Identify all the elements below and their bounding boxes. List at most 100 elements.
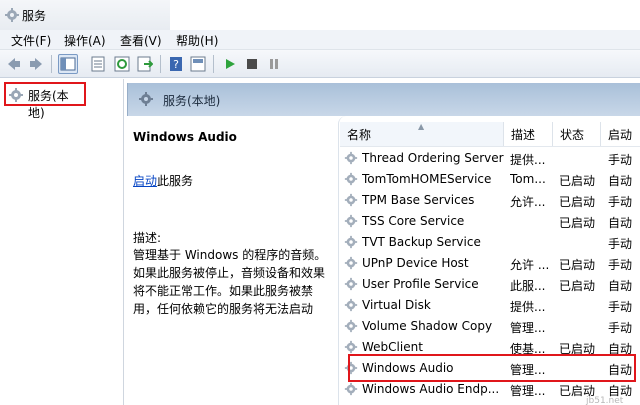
service-gear-icon: [344, 298, 358, 315]
column-status-label: 状态: [560, 128, 585, 142]
service-gear-icon: [344, 172, 358, 189]
start-icon[interactable]: [220, 54, 240, 74]
header-divider: [340, 146, 640, 147]
service-gear-icon: [344, 214, 358, 231]
export-icon[interactable]: [135, 54, 155, 74]
service-name: Volume Shadow Copy: [362, 319, 493, 333]
service-startup-type: 手动: [608, 237, 633, 251]
services-gear-icon: [5, 8, 19, 22]
window-title: 服务: [22, 9, 47, 23]
service-gear-icon: [344, 151, 358, 168]
sort-ascending-icon: ▲: [418, 122, 425, 131]
service-description: 提供...: [510, 300, 546, 314]
menu-bar: 文件(F) 操作(A) 查看(V) 帮助(H): [0, 30, 640, 50]
toolbar-separator: [51, 55, 52, 73]
pause-icon[interactable]: [264, 54, 284, 74]
back-icon[interactable]: [4, 54, 24, 74]
tree-item-services-local[interactable]: 服务(本地): [4, 82, 86, 120]
service-status: 已启动: [559, 279, 596, 293]
service-gear-icon: [344, 193, 358, 210]
service-description: 允许...: [510, 195, 546, 209]
title-bar: 服务: [0, 0, 640, 30]
menu-action[interactable]: 操作(A): [64, 32, 106, 49]
column-header-startup[interactable]: 启动: [601, 122, 640, 146]
service-row[interactable]: Volume Shadow Copy 管理... 手动: [340, 316, 640, 337]
service-gear-icon: [344, 382, 358, 399]
service-status: 已启动: [559, 174, 596, 188]
console-tree: 服务(本地): [0, 79, 124, 405]
toolbar-separator: [213, 55, 214, 73]
svg-text:?: ?: [173, 58, 179, 71]
service-startup-type: 手动: [608, 153, 633, 167]
service-startup-type: 手动: [608, 300, 633, 314]
service-name: Thread Ordering Server: [362, 151, 504, 165]
service-name: User Profile Service: [362, 277, 479, 291]
properties-icon[interactable]: [88, 54, 108, 74]
service-name: TPM Base Services: [362, 193, 475, 207]
service-row[interactable]: TSS Core Service 已启动 自动: [340, 211, 640, 232]
column-name-label: 名称: [347, 128, 372, 142]
service-description: 此服...: [510, 279, 546, 293]
console-icon[interactable]: [188, 54, 208, 74]
service-name: Virtual Disk: [362, 298, 431, 312]
toolbar: ?: [0, 50, 640, 78]
service-row[interactable]: Virtual Disk 提供... 手动: [340, 295, 640, 316]
services-gear-icon: [139, 92, 153, 106]
service-status: 已启动: [559, 258, 596, 272]
help-icon[interactable]: ?: [166, 54, 186, 74]
service-startup-type: 手动: [608, 321, 633, 335]
service-startup-type: 自动: [608, 279, 633, 293]
service-name: Windows Audio Endp...: [362, 382, 500, 396]
start-service-line: 启动此服务: [133, 172, 193, 189]
service-startup-type: 手动: [608, 195, 633, 209]
service-gear-icon: [344, 256, 358, 273]
refresh-icon[interactable]: [112, 54, 132, 74]
pane-header: 服务(本地): [127, 83, 640, 116]
menu-help[interactable]: 帮助(H): [176, 32, 218, 49]
toolbar-separator: [160, 55, 161, 73]
column-desc-label: 描述: [511, 128, 536, 142]
stop-icon[interactable]: [242, 54, 262, 74]
service-name: TomTomHOMEService: [362, 172, 492, 186]
start-service-suffix: 此服务: [157, 174, 194, 188]
tree-item-label: 服务(本地): [28, 89, 69, 120]
highlight-annotation: [348, 354, 636, 382]
service-startup-type: 自动: [608, 216, 633, 230]
service-gear-icon: [344, 319, 358, 336]
column-startup-label: 启动: [608, 128, 633, 142]
service-description: 提供...: [510, 153, 546, 167]
service-row[interactable]: User Profile Service 此服... 已启动 自动: [340, 274, 640, 295]
description-text: 管理基于 Windows 的程序的音频。如果此服务被停止，音频设备和效果将不能正…: [133, 248, 327, 316]
service-name: TVT Backup Service: [362, 235, 481, 249]
service-row[interactable]: TomTomHOMEService Tom... 已启动 自动: [340, 169, 640, 190]
menu-view[interactable]: 查看(V): [120, 32, 162, 49]
service-description: 管理...: [510, 321, 546, 335]
service-status: 已启动: [559, 195, 596, 209]
service-description: 管理...: [510, 384, 546, 398]
service-startup-type: 自动: [608, 174, 633, 188]
service-gear-icon: [344, 277, 358, 294]
column-header-description[interactable]: 描述: [504, 122, 553, 146]
column-header-status[interactable]: 状态: [553, 122, 601, 146]
service-description: Tom...: [510, 172, 546, 186]
show-tree-icon[interactable]: [58, 54, 78, 74]
service-row[interactable]: TPM Base Services 允许... 已启动 手动: [340, 190, 640, 211]
forward-icon[interactable]: [26, 54, 46, 74]
menu-file[interactable]: 文件(F): [11, 32, 51, 49]
pane-header-label: 服务(本地): [163, 94, 221, 108]
services-gear-icon: [9, 88, 23, 102]
start-service-link[interactable]: 启动: [133, 174, 157, 188]
service-row[interactable]: TVT Backup Service 手动: [340, 232, 640, 253]
title-bar-right: [170, 0, 640, 30]
service-startup-type: 手动: [608, 258, 633, 272]
service-name: UPnP Device Host: [362, 256, 469, 270]
watermark: jb51.net: [586, 396, 624, 405]
service-description: 允许 ...: [510, 258, 550, 272]
service-name: WebClient: [362, 340, 423, 354]
service-row[interactable]: UPnP Device Host 允许 ... 已启动 手动: [340, 253, 640, 274]
service-gear-icon: [344, 235, 358, 252]
service-status: 已启动: [559, 216, 596, 230]
service-row[interactable]: Thread Ordering Server 提供... 手动: [340, 148, 640, 169]
service-title: Windows Audio: [133, 130, 237, 144]
description-label: 描述:: [133, 231, 162, 245]
